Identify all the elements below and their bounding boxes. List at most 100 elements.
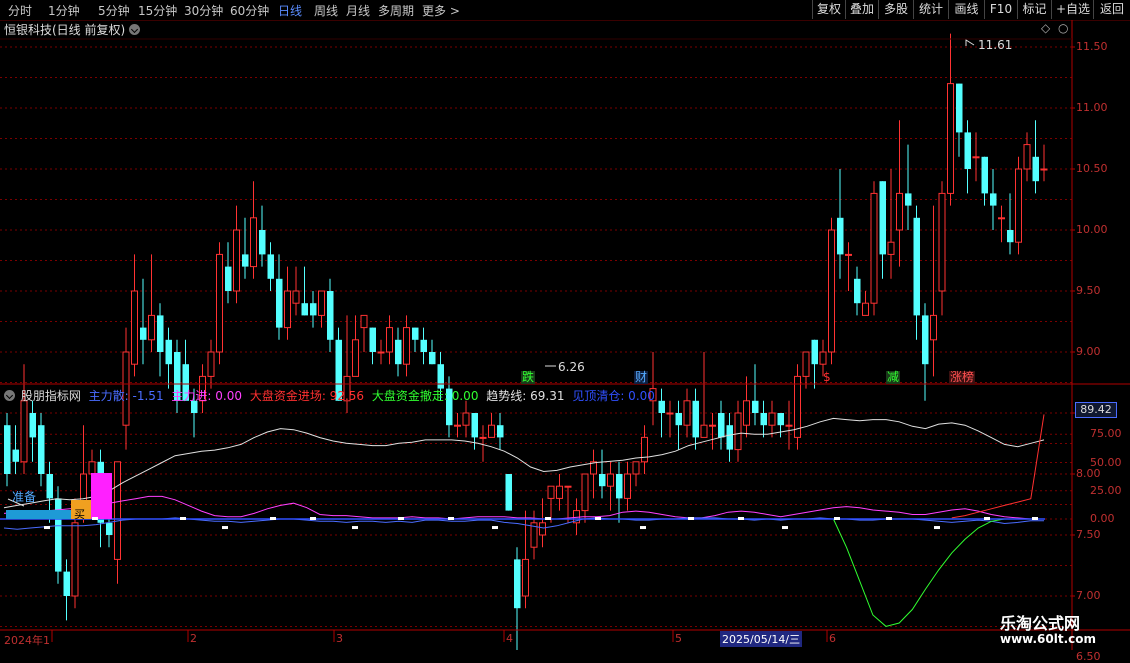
signal-marker — [545, 517, 551, 520]
candle-body — [131, 290, 138, 365]
indicator-name: 股朋指标网 — [20, 389, 81, 403]
candle-body — [318, 290, 325, 316]
candle-body — [207, 351, 215, 377]
candle-body — [837, 217, 844, 255]
indicator-item-zhulijin: 主力进: 0.00 — [171, 389, 242, 403]
signal-marker — [448, 517, 454, 520]
candle-body — [216, 253, 223, 353]
kline-chart[interactable] — [0, 0, 1130, 650]
signal-marker — [222, 526, 228, 530]
candle-body — [887, 241, 895, 255]
candle-body — [1007, 230, 1014, 243]
indicator-tick-label: 50.00 — [1090, 455, 1122, 469]
candle-body — [437, 364, 444, 389]
candle-body — [819, 351, 827, 365]
price-tick-label: 9.50 — [1076, 284, 1101, 297]
candle-body — [768, 412, 776, 426]
event-marker-dollar[interactable]: $ — [822, 371, 832, 384]
candle-body — [990, 193, 997, 206]
signal-marker — [352, 526, 358, 530]
label-mai: 买 — [74, 508, 85, 521]
diamond-icon[interactable]: ◇ — [1041, 21, 1050, 35]
candle-body — [547, 485, 555, 499]
candle-body — [242, 254, 249, 267]
event-marker-zhangbang[interactable]: 涨榜 — [949, 371, 976, 384]
signal-marker — [44, 526, 50, 530]
candle-body — [632, 461, 640, 475]
candle-body — [956, 83, 963, 133]
candle-body — [369, 327, 376, 352]
zhunbei-bar — [6, 510, 71, 519]
candle-body — [377, 351, 385, 354]
candle-body — [267, 254, 274, 279]
candle-body — [964, 132, 971, 169]
candle-body — [947, 83, 954, 194]
x-tick-label: 3 — [336, 632, 343, 645]
indicator-item-dapan-in: 大盘资金进场: 92.56 — [249, 389, 365, 403]
candle-body — [760, 413, 767, 426]
signal-marker — [886, 517, 892, 520]
candle-body — [1032, 156, 1039, 182]
candle-body — [505, 474, 512, 511]
candle-body — [429, 352, 436, 365]
price-tick-label: 10.00 — [1076, 223, 1108, 236]
candle-body — [539, 522, 546, 536]
candle-body — [700, 424, 708, 438]
signal-marker — [492, 526, 498, 530]
candle-body — [854, 278, 861, 304]
signal-marker — [640, 526, 646, 530]
signal-marker — [782, 526, 788, 530]
candle-body — [692, 400, 699, 438]
candle-body — [930, 314, 937, 341]
x-tick-label: 2024年1 — [4, 634, 50, 647]
candle-body — [683, 400, 691, 426]
candle-body — [157, 315, 164, 352]
candle-body — [752, 400, 759, 413]
signal-marker — [934, 526, 940, 530]
chevron-down-icon[interactable] — [4, 390, 15, 401]
candle-body — [556, 485, 563, 499]
candle-body — [785, 424, 793, 427]
candle-body — [845, 253, 852, 256]
signal-marker — [92, 517, 98, 520]
x-tick-label: 4 — [506, 632, 513, 645]
event-marker-die[interactable]: 跌 — [521, 371, 536, 384]
price-tick-label: 11.00 — [1076, 101, 1108, 114]
indicator-line — [3, 417, 1045, 509]
candle-body — [479, 436, 487, 439]
candle-body — [658, 400, 665, 413]
candle-body — [233, 229, 240, 292]
candle-body — [454, 424, 461, 427]
event-marker-jian[interactable]: 减 — [886, 371, 901, 384]
candle-body — [29, 413, 36, 438]
candle-body — [462, 412, 470, 426]
candle-body — [607, 473, 614, 487]
candle-body — [284, 290, 291, 329]
candle-body — [403, 327, 410, 365]
candle-body — [675, 413, 682, 426]
candle-body — [666, 412, 674, 415]
candle-body — [225, 266, 232, 291]
candle-body — [896, 192, 903, 231]
candle-body — [71, 522, 79, 597]
indicator-line — [951, 414, 1045, 519]
watermark-url: www.60lt.com — [1000, 632, 1097, 646]
indicator-item-trend: 趋势线: 69.31 — [486, 389, 565, 403]
candle-body — [497, 425, 504, 438]
indicator-tick-label: 25.00 — [1090, 483, 1122, 497]
candle-body — [811, 339, 818, 365]
candle-body — [488, 424, 495, 438]
candle-body — [327, 291, 334, 340]
signal-marker — [984, 517, 990, 520]
candle-body — [641, 436, 648, 463]
signal-marker — [310, 517, 316, 520]
candle-body — [828, 229, 835, 353]
signal-marker — [180, 517, 186, 520]
label-zhunbei: 准备 — [12, 490, 37, 504]
candle-body — [106, 522, 113, 535]
settings-circle-icon[interactable]: ○ — [1058, 21, 1068, 35]
x-tick-label: 2 — [190, 632, 197, 645]
candle-body — [310, 303, 317, 316]
event-marker-cai[interactable]: 财 — [634, 371, 649, 384]
candle-body — [140, 327, 147, 340]
